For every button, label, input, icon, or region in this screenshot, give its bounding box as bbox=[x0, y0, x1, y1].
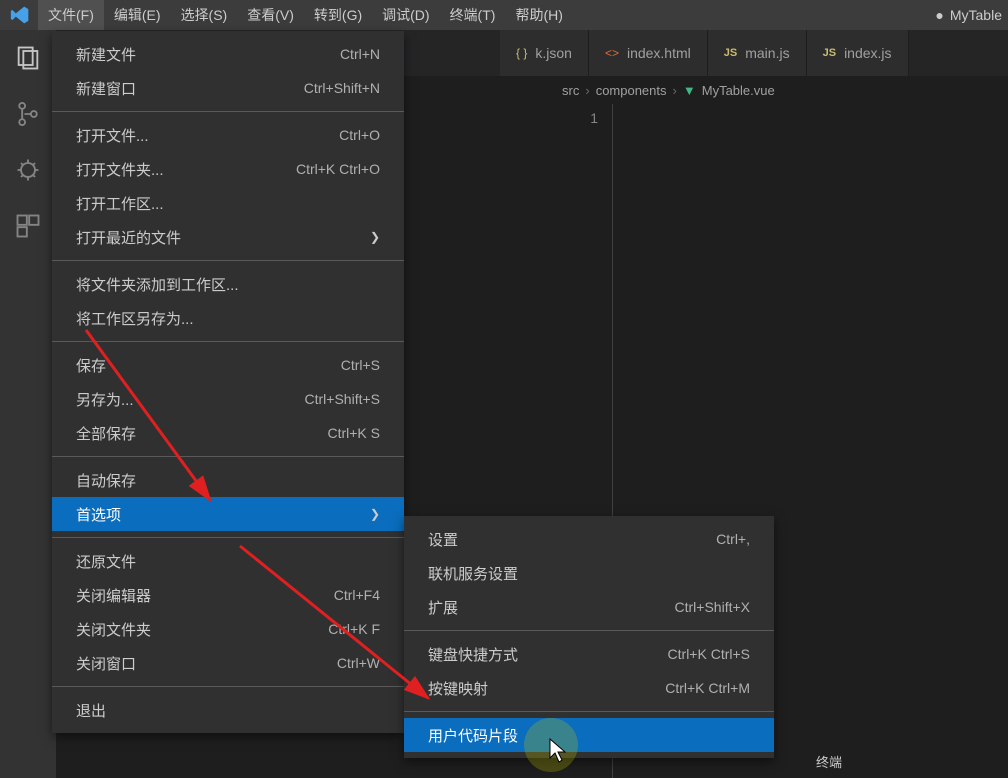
menuitem-online-settings[interactable]: 联机服务设置 bbox=[404, 556, 774, 590]
title-text: MyTable bbox=[950, 7, 1002, 23]
tab-label: index.js bbox=[844, 45, 891, 61]
html-icon: <> bbox=[605, 46, 619, 60]
menuitem-autosave[interactable]: 自动保存 bbox=[52, 463, 404, 497]
menuitem-extensions[interactable]: 扩展Ctrl+Shift+X bbox=[404, 590, 774, 624]
explorer-icon[interactable] bbox=[14, 44, 42, 72]
menu-separator bbox=[52, 456, 404, 457]
modified-dot-icon: ● bbox=[935, 7, 943, 23]
menuitem-user-snippets[interactable]: 用户代码片段 bbox=[404, 718, 774, 752]
menuitem-revert[interactable]: 还原文件 bbox=[52, 544, 404, 578]
vscode-logo-icon bbox=[8, 3, 32, 27]
menu-edit[interactable]: 编辑(E) bbox=[104, 0, 171, 30]
menuitem-new-window[interactable]: 新建窗口Ctrl+Shift+N bbox=[52, 71, 404, 105]
tab-label: index.html bbox=[627, 45, 691, 61]
menuitem-save[interactable]: 保存Ctrl+S bbox=[52, 348, 404, 382]
chevron-right-icon: ❯ bbox=[370, 507, 380, 521]
tab-label: k.json bbox=[535, 45, 572, 61]
activity-bar bbox=[0, 30, 56, 778]
menu-separator bbox=[52, 260, 404, 261]
vue-icon: ▼ bbox=[683, 83, 696, 98]
chevron-right-icon: › bbox=[585, 83, 589, 98]
menu-go[interactable]: 转到(G) bbox=[304, 0, 372, 30]
menu-file[interactable]: 文件(F) bbox=[38, 0, 104, 30]
terminal-panel-label[interactable]: 终端 bbox=[816, 752, 842, 771]
tab-indexjs[interactable]: JS index.js bbox=[807, 30, 909, 76]
tab-json[interactable]: { } k.json bbox=[500, 30, 589, 76]
menuitem-open-recent[interactable]: 打开最近的文件❯ bbox=[52, 220, 404, 254]
tab-mainjs[interactable]: JS main.js bbox=[708, 30, 807, 76]
menuitem-keyboard-shortcuts[interactable]: 键盘快捷方式Ctrl+K Ctrl+S bbox=[404, 637, 774, 671]
json-icon: { } bbox=[516, 46, 527, 60]
title-filename: ● MyTable bbox=[935, 7, 1008, 23]
menuitem-close-folder[interactable]: 关闭文件夹Ctrl+K F bbox=[52, 612, 404, 646]
menubar: 文件(F) 编辑(E) 选择(S) 查看(V) 转到(G) 调试(D) 终端(T… bbox=[38, 0, 573, 30]
menu-terminal[interactable]: 终端(T) bbox=[440, 0, 506, 30]
js-icon: JS bbox=[823, 47, 836, 59]
menu-separator bbox=[52, 686, 404, 687]
menuitem-save-workspace-as[interactable]: 将工作区另存为... bbox=[52, 301, 404, 335]
tab-label: main.js bbox=[745, 45, 789, 61]
preferences-submenu: 设置Ctrl+, 联机服务设置 扩展Ctrl+Shift+X 键盘快捷方式Ctr… bbox=[404, 516, 774, 758]
menuitem-exit[interactable]: 退出 bbox=[52, 693, 404, 727]
menuitem-save-as[interactable]: 另存为...Ctrl+Shift+S bbox=[52, 382, 404, 416]
menuitem-open-folder[interactable]: 打开文件夹...Ctrl+K Ctrl+O bbox=[52, 152, 404, 186]
breadcrumb-src[interactable]: src bbox=[562, 83, 579, 98]
menuitem-open-file[interactable]: 打开文件...Ctrl+O bbox=[52, 118, 404, 152]
js-icon: JS bbox=[724, 47, 737, 59]
breadcrumb-components[interactable]: components bbox=[596, 83, 667, 98]
menuitem-keymaps[interactable]: 按键映射Ctrl+K Ctrl+M bbox=[404, 671, 774, 705]
menu-debug[interactable]: 调试(D) bbox=[372, 0, 439, 30]
titlebar: 文件(F) 编辑(E) 选择(S) 查看(V) 转到(G) 调试(D) 终端(T… bbox=[0, 0, 1008, 30]
breadcrumb-file[interactable]: MyTable.vue bbox=[702, 83, 775, 98]
menuitem-settings[interactable]: 设置Ctrl+, bbox=[404, 522, 774, 556]
menu-separator bbox=[404, 711, 774, 712]
file-menu-dropdown: 新建文件Ctrl+N 新建窗口Ctrl+Shift+N 打开文件...Ctrl+… bbox=[52, 31, 404, 733]
debug-icon[interactable] bbox=[14, 156, 42, 184]
extensions-icon[interactable] bbox=[14, 212, 42, 240]
menu-separator bbox=[52, 341, 404, 342]
menu-help[interactable]: 帮助(H) bbox=[505, 0, 572, 30]
chevron-right-icon: › bbox=[673, 83, 677, 98]
menuitem-close-editor[interactable]: 关闭编辑器Ctrl+F4 bbox=[52, 578, 404, 612]
menuitem-close-window[interactable]: 关闭窗口Ctrl+W bbox=[52, 646, 404, 680]
menuitem-preferences[interactable]: 首选项❯ bbox=[52, 497, 404, 531]
chevron-right-icon: ❯ bbox=[370, 230, 380, 244]
menu-separator bbox=[52, 111, 404, 112]
menu-separator bbox=[404, 630, 774, 631]
tab-indexhtml[interactable]: <> index.html bbox=[589, 30, 708, 76]
menuitem-new-file[interactable]: 新建文件Ctrl+N bbox=[52, 37, 404, 71]
menuitem-open-workspace[interactable]: 打开工作区... bbox=[52, 186, 404, 220]
menu-view[interactable]: 查看(V) bbox=[237, 0, 304, 30]
menu-separator bbox=[52, 537, 404, 538]
menu-select[interactable]: 选择(S) bbox=[171, 0, 238, 30]
menuitem-save-all[interactable]: 全部保存Ctrl+K S bbox=[52, 416, 404, 450]
menuitem-add-folder[interactable]: 将文件夹添加到工作区... bbox=[52, 267, 404, 301]
source-control-icon[interactable] bbox=[14, 100, 42, 128]
